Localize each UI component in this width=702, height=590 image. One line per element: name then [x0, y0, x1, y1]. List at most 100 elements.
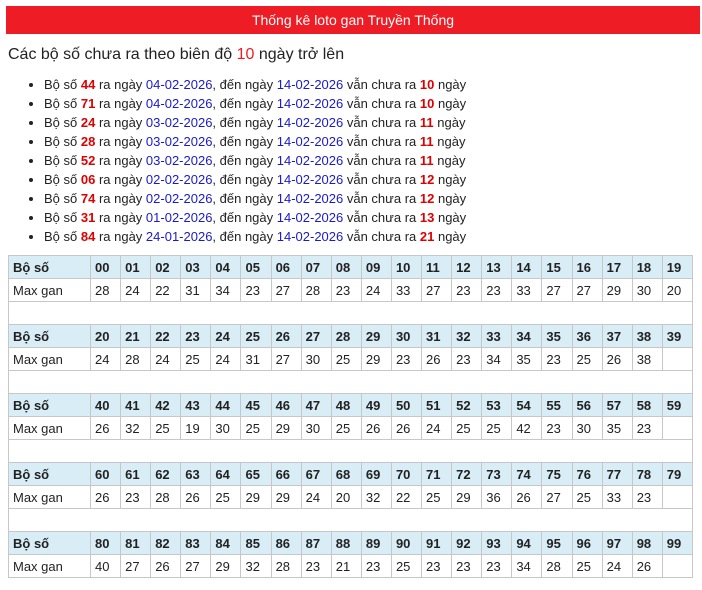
number-cell: 97 — [601, 531, 633, 555]
item-label: ngày — [434, 229, 467, 244]
max-gan-cell: 23 — [300, 554, 332, 578]
number-cell: 35 — [541, 324, 573, 348]
number-cell: 99 — [661, 531, 694, 555]
number-cell: 23 — [180, 324, 212, 348]
numbers-row: Bộ số 00 01 02 03 04 05 06 07 08 09 10 11 12 13 14 15 16 1… — [8, 255, 694, 279]
max-gan-cell: 26 — [511, 485, 543, 509]
until-date: 14-02-2026 — [276, 77, 344, 92]
number-cell: 04 — [210, 255, 242, 279]
table-spacer-row — [8, 370, 693, 394]
gan-list-item: Bộ số 84 ra ngày 24-01-2026, đến ngày 14… — [44, 227, 466, 246]
number-cell: 63 — [180, 462, 212, 486]
max-gan-cell: 23 — [481, 278, 513, 302]
number-cell: 01 — [120, 255, 152, 279]
max-gan-cell: 24 — [210, 347, 242, 371]
number-cell: 32 — [451, 324, 483, 348]
item-label: vẫn chưa ra — [343, 77, 420, 92]
row-label-max-gan: Max gan — [8, 416, 91, 440]
max-gan-cell: 28 — [120, 347, 152, 371]
until-date: 14-02-2026 — [276, 96, 344, 111]
max-gan-cell: 30 — [300, 416, 332, 440]
max-gan-cell: 24 — [421, 416, 453, 440]
number-cell: 15 — [541, 255, 573, 279]
number-cell: 79 — [661, 462, 694, 486]
max-gan-row: Max gan 26 23 28 26 25 29 29 24 20 32 22 25 29 36 26 27 2… — [8, 485, 694, 509]
max-gan-cell: 29 — [240, 485, 272, 509]
number-cell: 19 — [661, 255, 694, 279]
number-cell: 65 — [240, 462, 272, 486]
number-cell: 62 — [150, 462, 182, 486]
max-gan-cell: 23 — [631, 416, 663, 440]
max-gan-cell: 25 — [180, 347, 212, 371]
loto-number: 71 — [80, 96, 96, 111]
spacer-cell — [8, 370, 693, 394]
max-gan-cell: 29 — [451, 485, 483, 509]
max-gan-cell: 26 — [421, 347, 453, 371]
number-cell: 46 — [270, 393, 302, 417]
item-label: , đến ngày — [212, 96, 277, 111]
item-label: ra ngày — [95, 115, 146, 130]
max-gan-cell: 25 — [571, 554, 603, 578]
number-cell: 75 — [541, 462, 573, 486]
max-gan-cell: 23 — [451, 554, 483, 578]
number-cell: 47 — [300, 393, 332, 417]
max-gan-row: Max gan 40 27 26 27 29 32 28 23 21 23 25 23 23 23 34 28 2… — [8, 554, 694, 578]
number-cell: 39 — [661, 324, 694, 348]
loto-number: 74 — [80, 191, 96, 206]
number-cell: 42 — [150, 393, 182, 417]
item-label: ngày — [434, 77, 467, 92]
max-gan-cell: 23 — [360, 554, 392, 578]
number-cell: 38 — [631, 324, 663, 348]
max-gan-cell: 24 — [360, 278, 392, 302]
number-cell: 55 — [541, 393, 573, 417]
number-cell: 83 — [180, 531, 212, 555]
days-count: 12 — [419, 172, 435, 187]
number-cell: 10 — [390, 255, 423, 279]
max-gan-cell: 42 — [511, 416, 543, 440]
number-cell: 53 — [481, 393, 513, 417]
max-gan-cell: 27 — [270, 347, 302, 371]
gan-list-item: Bộ số 44 ra ngày 04-02-2026, đến ngày 14… — [44, 75, 466, 94]
item-label: vẫn chưa ra — [343, 134, 420, 149]
max-gan-cell: 29 — [270, 485, 302, 509]
item-label: Bộ số — [44, 77, 81, 92]
last-date: 02-02-2026 — [145, 191, 213, 206]
last-date: 03-02-2026 — [145, 134, 213, 149]
number-cell: 92 — [451, 531, 483, 555]
number-cell: 28 — [330, 324, 362, 348]
max-gan-cell: 26 — [89, 485, 122, 509]
number-cell: 06 — [270, 255, 302, 279]
max-gan-cell — [661, 347, 694, 371]
max-gan-cell: 34 — [481, 347, 513, 371]
number-cell: 72 — [451, 462, 483, 486]
item-label: vẫn chưa ra — [343, 115, 420, 130]
number-cell: 98 — [631, 531, 663, 555]
last-date: 03-02-2026 — [145, 115, 213, 130]
max-gan-cell: 30 — [631, 278, 663, 302]
number-cell: 33 — [481, 324, 513, 348]
max-gan-cell: 20 — [330, 485, 362, 509]
number-cell: 73 — [481, 462, 513, 486]
max-gan-cell: 29 — [601, 278, 633, 302]
number-cell: 17 — [601, 255, 633, 279]
number-cell: 57 — [601, 393, 633, 417]
until-date: 14-02-2026 — [276, 229, 344, 244]
gan-list-item: Bộ số 28 ra ngày 03-02-2026, đến ngày 14… — [44, 132, 466, 151]
max-gan-cell: 27 — [120, 554, 152, 578]
max-gan-cell: 23 — [421, 554, 453, 578]
max-gan-cell: 23 — [631, 485, 663, 509]
number-cell: 25 — [240, 324, 272, 348]
number-cell: 48 — [330, 393, 362, 417]
max-gan-cell: 25 — [330, 347, 362, 371]
until-date: 14-02-2026 — [276, 191, 344, 206]
number-cell: 91 — [421, 531, 453, 555]
max-gan-cell: 34 — [511, 554, 543, 578]
item-label: vẫn chưa ra — [343, 172, 420, 187]
max-gan-cell: 27 — [571, 278, 603, 302]
max-gan-cell: 25 — [330, 416, 362, 440]
number-cell: 80 — [89, 531, 122, 555]
item-label: , đến ngày — [212, 229, 277, 244]
days-count: 11 — [419, 115, 434, 130]
row-label-max-gan: Max gan — [8, 347, 91, 371]
gan-list-item: Bộ số 71 ra ngày 04-02-2026, đến ngày 14… — [44, 94, 466, 113]
